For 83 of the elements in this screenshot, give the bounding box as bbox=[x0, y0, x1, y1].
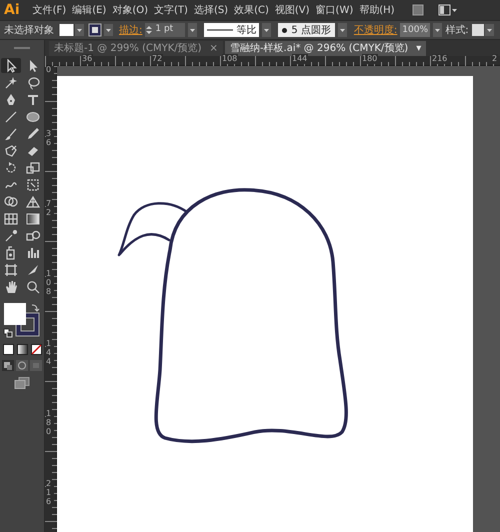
stroke-line-icon bbox=[207, 28, 234, 32]
type-tool-icon bbox=[26, 92, 40, 106]
opacity-field[interactable]: 100% bbox=[400, 23, 430, 37]
ruler-label: 36 bbox=[82, 54, 94, 64]
artboard-icon bbox=[4, 262, 18, 276]
ruler-label: 72 bbox=[46, 200, 54, 218]
stroke-profile-value: 等比 bbox=[236, 24, 256, 38]
free-transform-icon bbox=[26, 178, 40, 192]
gradient-mode-icon[interactable] bbox=[16, 344, 28, 355]
search-icon bbox=[26, 280, 40, 294]
ruler-label: 216 bbox=[432, 54, 448, 64]
menu-item[interactable]: 帮助(H) bbox=[358, 2, 396, 18]
stroke-swatch[interactable] bbox=[88, 23, 114, 37]
pencil-icon bbox=[26, 126, 40, 140]
rotate-icon bbox=[4, 160, 18, 174]
line-icon bbox=[4, 110, 18, 124]
tab-title: 未标题-1 @ 299% (CMYK/预览) bbox=[54, 42, 202, 55]
menu-item[interactable]: 视图(V) bbox=[274, 2, 311, 18]
selection-status: 未选择对象 bbox=[4, 24, 54, 38]
stroke-link[interactable]: 描边: bbox=[119, 22, 142, 38]
shape-builder-icon bbox=[4, 194, 18, 208]
lasso-icon bbox=[26, 76, 40, 90]
menu-item[interactable]: 选择(S) bbox=[192, 2, 230, 18]
fill-swatch[interactable] bbox=[59, 23, 85, 37]
dropdown-icon[interactable] bbox=[262, 23, 272, 37]
menu-item[interactable]: 文字(T) bbox=[153, 2, 189, 18]
ruler-label: 144 bbox=[292, 54, 308, 64]
eyedropper-icon bbox=[4, 228, 18, 242]
none-mode-icon[interactable] bbox=[30, 344, 42, 355]
fill-stroke-swatches[interactable] bbox=[3, 302, 41, 338]
panel-grip-icon bbox=[12, 46, 32, 50]
ruler-label: 216 bbox=[46, 480, 54, 506]
ellipse-icon bbox=[26, 110, 40, 124]
tool-button[interactable] bbox=[1, 58, 21, 73]
brush-field[interactable]: 5 点圆形 bbox=[278, 23, 335, 37]
dropdown-icon[interactable] bbox=[188, 23, 198, 37]
hand-icon bbox=[4, 280, 18, 294]
stepper-icon bbox=[145, 24, 154, 36]
style-swatch[interactable] bbox=[472, 23, 494, 37]
document-tab[interactable]: 未标题-1 @ 299% (CMYK/预览) × bbox=[49, 41, 223, 56]
menu-item[interactable]: 窗口(W) bbox=[314, 2, 354, 18]
screen-mode-icon[interactable] bbox=[14, 377, 30, 389]
ruler-label: 108 bbox=[222, 54, 238, 64]
scale-icon bbox=[26, 160, 40, 174]
dot-icon bbox=[282, 28, 288, 32]
gradient-icon bbox=[26, 212, 40, 226]
style-label: 样式: bbox=[445, 24, 469, 38]
menu-item[interactable]: 对象(O) bbox=[111, 2, 150, 18]
tool-button[interactable] bbox=[23, 194, 43, 209]
tab-title: 雪融纳-样板.ai* @ 296% (CMYK/预览) bbox=[230, 42, 408, 55]
color-mode-icon[interactable] bbox=[2, 344, 14, 355]
menu-item[interactable]: 编辑(E) bbox=[71, 2, 108, 18]
brush-value: 5 点圆形 bbox=[291, 24, 331, 38]
bar-graph-icon bbox=[26, 246, 40, 260]
menu-item[interactable]: 效果(C) bbox=[233, 2, 270, 18]
ruler-label: 144 bbox=[46, 340, 54, 366]
stroke-profile-field[interactable]: 等比 bbox=[204, 23, 260, 37]
ruler-label: 36 bbox=[46, 130, 54, 148]
opacity-link[interactable]: 不透明度: bbox=[354, 22, 398, 38]
perspective-grid-icon bbox=[26, 194, 40, 208]
ruler-label: 72 bbox=[152, 54, 164, 64]
document-tab[interactable]: 雪融纳-样板.ai* @ 296% (CMYK/预览) ▾ bbox=[224, 41, 426, 56]
draw-behind-icon[interactable] bbox=[16, 360, 28, 371]
magic-wand-icon bbox=[4, 76, 18, 90]
dropdown-icon[interactable] bbox=[338, 23, 347, 37]
ruler-label: 180 bbox=[46, 410, 54, 436]
blend-icon bbox=[26, 228, 40, 242]
menu-item[interactable]: 文件(F) bbox=[32, 2, 68, 18]
stroke-weight-field[interactable]: 1 pt bbox=[145, 23, 186, 37]
draw-normal-icon[interactable] bbox=[2, 360, 14, 371]
stroke-weight-value: 1 pt bbox=[155, 23, 174, 36]
dropdown-icon[interactable] bbox=[433, 23, 442, 37]
tab-close-button[interactable]: ▾ bbox=[416, 41, 422, 56]
ruler-label: 0 bbox=[46, 66, 54, 75]
tab-close-button[interactable]: × bbox=[210, 41, 218, 56]
ruler-label: 108 bbox=[46, 270, 54, 296]
brush-icon bbox=[4, 126, 18, 140]
pen-icon bbox=[4, 92, 18, 106]
ruler-label: 180 bbox=[362, 54, 378, 64]
workspace-icon[interactable] bbox=[438, 4, 458, 16]
mesh-icon bbox=[4, 212, 18, 226]
ruler-label: 2 bbox=[492, 54, 498, 64]
app-logo: Ai bbox=[4, 0, 20, 20]
